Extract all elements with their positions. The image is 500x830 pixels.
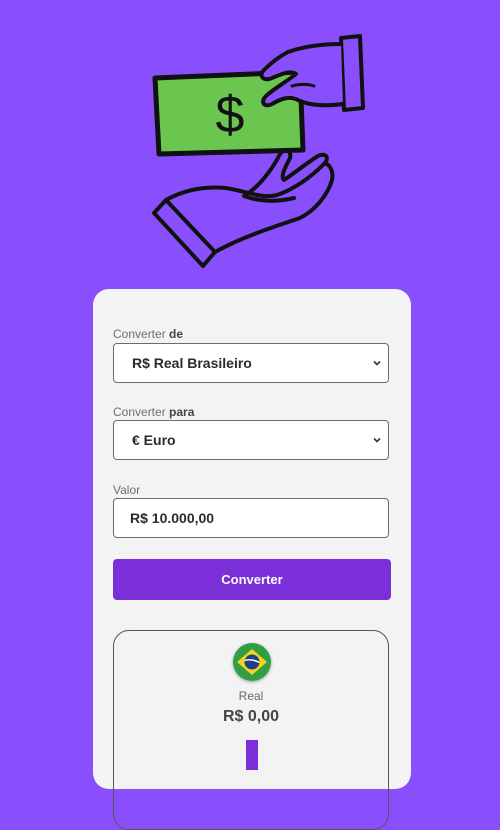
amount-value: R$ 10.000,00 bbox=[130, 510, 215, 526]
result-panel: Real R$ 0,00 bbox=[113, 630, 389, 830]
result-currency-value: R$ 0,00 bbox=[222, 708, 280, 725]
to-currency-select[interactable]: € Euro bbox=[113, 420, 389, 460]
to-label: Converter para bbox=[113, 405, 194, 419]
to-label-bold: para bbox=[169, 405, 195, 419]
from-label-prefix: Converter bbox=[113, 327, 166, 341]
from-label: Converter de bbox=[113, 327, 183, 341]
chevron-down-icon bbox=[373, 360, 381, 366]
money-exchange-illustration: $ bbox=[140, 30, 380, 275]
chevron-down-icon bbox=[373, 437, 381, 443]
result-currency-name: Real bbox=[238, 689, 264, 703]
from-label-bold: de bbox=[169, 327, 184, 341]
from-currency-select[interactable]: R$ Real Brasileiro bbox=[113, 343, 389, 383]
money-hand-icon: $ bbox=[152, 34, 365, 268]
from-currency-value: R$ Real Brasileiro bbox=[132, 355, 252, 371]
svg-text:$: $ bbox=[216, 86, 245, 144]
to-currency-value: € Euro bbox=[132, 432, 176, 448]
convert-button[interactable]: Converter bbox=[113, 559, 391, 600]
amount-label: Valor bbox=[113, 483, 141, 497]
converter-card: Converter de R$ Real Brasileiro Converte… bbox=[93, 289, 411, 830]
amount-input[interactable]: R$ 10.000,00 bbox=[113, 498, 389, 538]
to-label-prefix: Converter bbox=[113, 405, 166, 419]
brazil-flag-icon bbox=[233, 643, 271, 681]
result-divider-bar bbox=[246, 740, 258, 770]
